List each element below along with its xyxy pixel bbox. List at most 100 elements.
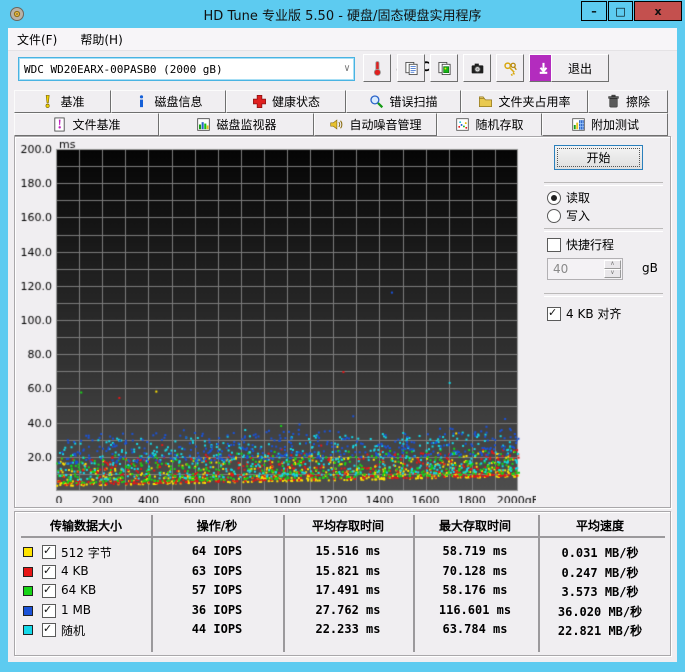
- avg-access-time: 27.762 ms: [315, 602, 381, 617]
- series-visible-checkbox[interactable]: [42, 545, 56, 559]
- max-access-time: 63.784 ms: [442, 622, 508, 637]
- table-row: 1 MB 36 IOPS 27.762 ms 116.601 ms 36.020 MB/…: [15, 602, 670, 621]
- download-icon: [539, 62, 547, 74]
- results-table-panel: 传输数据大小 操作/秒 平均存取时间 最大存取时间 平均速度 512 字节 64 IOPS 1…: [14, 511, 671, 656]
- header-underline: [21, 536, 665, 538]
- table-row: 随机 44 IOPS 22.233 ms 63.784 ms 22.821 MB/秒: [15, 621, 670, 640]
- tab-基准[interactable]: 基准: [14, 90, 111, 113]
- short-stroke-size-input[interactable]: 40 ∧ ∨: [547, 258, 623, 280]
- table-row: 64 KB 57 IOPS 17.491 ms 58.176 ms 3.573 MB/秒: [15, 582, 670, 601]
- short-stroke-unit-label: gB: [642, 261, 658, 275]
- short-stroke-checkbox[interactable]: 快捷行程: [547, 236, 614, 253]
- menu-bar: 文件(F) 帮助(H): [8, 28, 677, 51]
- keys-icon: [503, 61, 517, 76]
- separator: [544, 182, 663, 186]
- radio-icon: [547, 208, 561, 223]
- table-row: 4 KB 63 IOPS 15.821 ms 70.128 ms 0.247 MB/秒: [15, 563, 670, 582]
- read-radio-label: 读取: [566, 191, 591, 205]
- series-visible-checkbox[interactable]: [42, 584, 56, 599]
- align-4kb-checkbox[interactable]: 4 KB 对齐: [547, 305, 621, 322]
- screenshot-button[interactable]: [463, 54, 491, 82]
- tab-擦除[interactable]: 擦除: [588, 90, 668, 113]
- tab-磁盘监视器[interactable]: 磁盘监视器: [159, 113, 314, 136]
- avg-access-time: 15.516 ms: [315, 544, 381, 558]
- magnifier-icon: [370, 95, 384, 109]
- series-label: 随机: [61, 624, 86, 639]
- speaker-icon: [330, 119, 343, 130]
- copy-text-button[interactable]: [397, 54, 425, 82]
- exclamation-icon: [46, 95, 51, 108]
- series-color-swatch: [23, 547, 33, 557]
- max-access-time: 58.719 ms: [442, 544, 508, 558]
- drive-select[interactable]: WDC WD20EARX-00PASB0 (2000 gB) ∨: [18, 57, 355, 81]
- maximize-button[interactable]: □: [608, 1, 633, 21]
- series-label: 1 MB: [61, 602, 92, 617]
- close-button[interactable]: x: [634, 1, 682, 21]
- write-radio[interactable]: 写入: [547, 207, 590, 224]
- series-color-swatch: [23, 586, 33, 597]
- table-header-3: 最大存取时间: [438, 519, 512, 533]
- read-radio[interactable]: 读取: [547, 189, 590, 206]
- tab-健康状态[interactable]: 健康状态: [226, 90, 346, 113]
- health-cross-icon: [253, 95, 266, 108]
- tab-附加测试[interactable]: 附加测试: [542, 113, 668, 136]
- title-bar: HD Tune 专业版 5.50 - 硬盘/固态硬盘实用程序 – □ x: [0, 0, 685, 28]
- tab-文件基准[interactable]: 文件基准: [14, 113, 159, 136]
- minimize-button[interactable]: –: [581, 1, 607, 21]
- menu-help[interactable]: 帮助(H): [71, 28, 131, 51]
- short-stroke-label: 快捷行程: [566, 238, 615, 252]
- tab-文件夹占用率[interactable]: 文件夹占用率: [461, 90, 588, 113]
- temperature-button[interactable]: [363, 54, 391, 82]
- table-header-0: 传输数据大小: [49, 519, 123, 533]
- align-4kb-label: 4 KB 对齐: [566, 307, 622, 321]
- tab-label: 健康状态: [271, 95, 320, 109]
- iops-value: 63 IOPS: [191, 563, 243, 578]
- spinner-buttons: ∧ ∨: [604, 260, 621, 278]
- avg-speed: 36.020 MB/秒: [557, 604, 643, 619]
- spin-up-icon[interactable]: ∧: [604, 260, 621, 269]
- aam-button[interactable]: [496, 54, 524, 82]
- table-header-1: 操作/秒: [196, 519, 238, 533]
- spin-down-icon[interactable]: ∨: [604, 269, 621, 278]
- checkbox-icon: [547, 237, 561, 252]
- copy-image-icon: [437, 61, 451, 75]
- copy-image-button[interactable]: [430, 54, 458, 82]
- trash-icon: [608, 94, 619, 108]
- series-visible-checkbox[interactable]: [42, 603, 56, 618]
- tab-label: 擦除: [625, 95, 650, 109]
- tab-row-1: 基准 磁盘信息 健康状态 错误扫描 文件夹占用率 擦除: [14, 90, 670, 113]
- table-header-2: 平均存取时间: [311, 519, 385, 533]
- menu-file[interactable]: 文件(F): [8, 28, 66, 51]
- separator: [544, 293, 663, 297]
- iops-value: 64 IOPS: [191, 544, 243, 558]
- iops-value: 57 IOPS: [191, 583, 243, 598]
- series-label: 512 字节: [61, 546, 112, 560]
- focus-rect: [557, 148, 640, 167]
- write-radio-label: 写入: [566, 209, 591, 223]
- tab-label: 附加测试: [590, 118, 639, 132]
- extra-tests-icon: [572, 118, 585, 131]
- series-color-swatch: [23, 605, 33, 616]
- avg-speed: 3.573 MB/秒: [561, 585, 639, 600]
- exit-button[interactable]: 退出: [551, 54, 609, 82]
- app-window: HD Tune 专业版 5.50 - 硬盘/固态硬盘实用程序 – □ x 文件(…: [0, 0, 685, 672]
- start-button[interactable]: 开始: [554, 145, 643, 170]
- checkbox-icon: [547, 306, 561, 321]
- toolbar: WDC WD20EARX-00PASB0 (2000 gB) ∨ 31℃ 退出: [8, 50, 677, 90]
- radio-icon: [547, 190, 561, 205]
- tab-自动噪音管理[interactable]: 自动噪音管理: [314, 113, 437, 136]
- info-icon: [140, 95, 144, 108]
- tab-磁盘信息[interactable]: 磁盘信息: [111, 90, 226, 113]
- scatter-icon: [456, 118, 470, 131]
- tab-错误扫描[interactable]: 错误扫描: [346, 90, 461, 113]
- max-access-time: 58.176 ms: [442, 583, 508, 598]
- series-visible-checkbox[interactable]: [42, 623, 56, 638]
- separator: [544, 228, 663, 232]
- tab-随机存取[interactable]: 随机存取: [437, 113, 542, 136]
- short-stroke-value: 40: [553, 262, 569, 276]
- chevron-down-icon: ∨: [343, 63, 350, 74]
- avg-access-time: 15.821 ms: [315, 563, 381, 578]
- series-visible-checkbox[interactable]: [42, 564, 56, 579]
- iops-value: 36 IOPS: [191, 602, 243, 617]
- page-exclamation-icon: [54, 117, 66, 132]
